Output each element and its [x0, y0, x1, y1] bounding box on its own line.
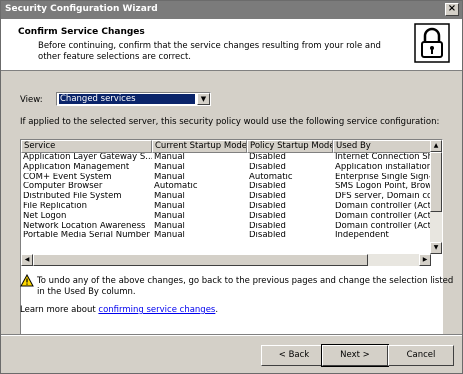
cell-current-startup: Manual [154, 231, 185, 241]
cell-policy-startup: Disabled [249, 221, 286, 231]
cell-used-by: Application installation i [335, 162, 431, 172]
cell-current-startup: Manual [154, 162, 185, 172]
scroll-up-icon[interactable]: ▲ [430, 140, 442, 152]
learn-more-prefix: Learn more about [20, 305, 99, 315]
cell-used-by: Enterprise Single Sign-O [335, 172, 431, 182]
cell-service: Portable Media Serial Number [23, 231, 150, 241]
cell-service: Application Layer Gateway S... [23, 153, 152, 162]
confirming-service-changes-link[interactable]: confirming service changes [98, 305, 215, 315]
table-row[interactable]: COM+ Event System Manual Automatic Enterpri… [21, 173, 431, 183]
cell-policy-startup: Disabled [249, 153, 286, 162]
cell-policy-startup: Disabled [249, 182, 286, 192]
wizard-window: Security Configuration Wizard × Confirm … [0, 0, 463, 374]
cell-policy-startup: Disabled [249, 192, 286, 202]
column-headers: Service Current Startup Mode Policy Star… [21, 140, 431, 153]
cell-used-by: Internet Connection Sh [335, 153, 431, 162]
warning-text: To undo any of the above changes, go bac… [37, 276, 454, 297]
learn-more: Learn more about confirming service chan… [20, 305, 218, 315]
back-button[interactable]: < Back [261, 345, 327, 366]
cell-service: Computer Browser [23, 182, 103, 192]
window-title: Security Configuration Wizard [5, 4, 158, 14]
table-row[interactable]: Distributed File System Manual Disabled DFS… [21, 192, 431, 202]
cell-service: Application Management [23, 162, 130, 172]
table-row[interactable]: Computer Browser Automatic Disabled SMS Log… [21, 182, 431, 192]
view-label: View: [20, 95, 43, 105]
cell-used-by: Independent [335, 231, 389, 241]
cell-service: Distributed File System [23, 192, 122, 202]
scroll-down-icon[interactable]: ▼ [430, 242, 442, 254]
cell-current-startup: Manual [154, 201, 185, 211]
table-row[interactable]: File Replication Manual Disabled Domain con… [21, 202, 431, 212]
cell-current-startup: Manual [154, 192, 185, 202]
table-row[interactable]: Application Management Manual Disabled Appl… [21, 163, 431, 173]
column-header-policy-startup[interactable]: Policy Startup Mode [247, 140, 333, 153]
wizard-content: View: Changed services ▼ If applied to t… [1, 72, 462, 342]
dropdown-arrow-icon[interactable]: ▼ [197, 93, 210, 105]
column-header-current-startup[interactable]: Current Startup Mode [152, 140, 247, 153]
cell-used-by: Domain controller (Activ [335, 221, 431, 231]
cell-used-by: SMS Logon Point, Brow [335, 182, 431, 192]
cell-service: Network Location Awareness [23, 221, 146, 231]
security-lock-icon [414, 23, 450, 63]
scroll-left-icon[interactable]: ◀ [21, 254, 33, 266]
wizard-header: Confirm Service Changes Before continuin… [1, 19, 462, 71]
cell-policy-startup: Disabled [249, 211, 286, 221]
learn-more-suffix: . [215, 305, 219, 315]
table-rows: Application Layer Gateway S... Manual Disa… [21, 153, 431, 241]
cell-service: Net Logon [23, 211, 67, 221]
page-title: Confirm Service Changes [18, 27, 145, 37]
cell-used-by: Domain controller (Activ [335, 201, 431, 211]
cell-current-startup: Manual [154, 211, 185, 221]
cell-policy-startup: Disabled [249, 162, 286, 172]
next-button[interactable]: Next > [321, 344, 389, 367]
page-description: Before continuing, confirm that the serv… [38, 41, 381, 62]
view-dropdown[interactable]: Changed services ▼ [56, 92, 211, 106]
cell-service: File Replication [23, 201, 87, 211]
cell-policy-startup: Disabled [249, 231, 286, 241]
vertical-scroll-thumb[interactable] [430, 152, 442, 212]
close-button[interactable]: × [445, 3, 459, 16]
table-row[interactable]: Application Layer Gateway S... Manual Disa… [21, 153, 431, 163]
warning-icon [20, 274, 34, 287]
scroll-right-icon[interactable]: ▶ [419, 254, 431, 266]
horizontal-scroll-thumb[interactable] [33, 254, 368, 266]
cell-current-startup: Manual [154, 153, 185, 162]
vertical-scrollbar[interactable]: ▲ ▼ [430, 140, 442, 254]
table-row[interactable]: Net Logon Manual Disabled Domain controller… [21, 212, 431, 222]
cell-used-by: DFS server, Domain co [335, 192, 431, 202]
cell-current-startup: Manual [154, 172, 185, 182]
table-row[interactable]: Network Location Awareness Manual Disabled… [21, 222, 431, 232]
horizontal-scrollbar[interactable]: ◀ ▶ [21, 254, 431, 266]
cell-policy-startup: Disabled [249, 201, 286, 211]
column-header-used-by[interactable]: Used By [333, 140, 431, 153]
cell-policy-startup: Automatic [249, 172, 293, 182]
view-selected-value: Changed services [58, 93, 196, 105]
column-header-service[interactable]: Service [21, 140, 152, 153]
cell-used-by: Domain controller (Activ [335, 211, 431, 221]
cell-current-startup: Manual [154, 221, 185, 231]
table-row[interactable]: Portable Media Serial Number Manual Disabl… [21, 231, 431, 241]
wizard-footer: < Back Next > Cancel [1, 334, 462, 374]
cancel-button[interactable]: Cancel [388, 345, 454, 366]
cell-service: COM+ Event System [23, 172, 112, 182]
cell-current-startup: Automatic [154, 182, 198, 192]
title-bar: Security Configuration Wizard × [1, 1, 462, 19]
policy-description: If applied to the selected server, this … [20, 117, 440, 127]
